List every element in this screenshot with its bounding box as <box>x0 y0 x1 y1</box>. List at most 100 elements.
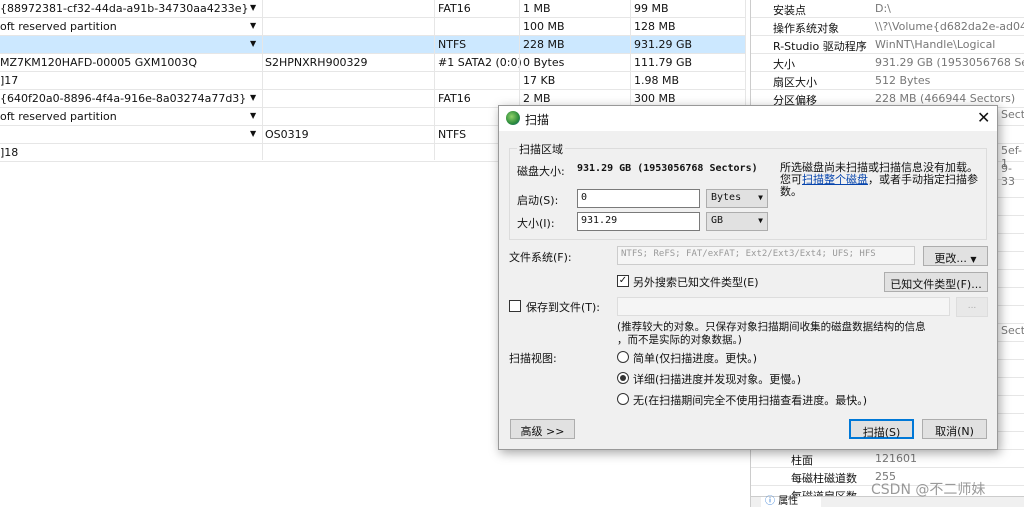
property-name: 操作系统对象 <box>773 22 839 35</box>
scan-view-option-label: 无(在扫描期间完全不使用扫描查看进度。最快。) <box>633 394 868 407</box>
cell-name: MZ7KM120HAFD-00005 GXM1003Q <box>0 56 197 69</box>
property-name: 大小 <box>773 58 795 71</box>
size-input[interactable]: 931.29 <box>577 212 700 231</box>
property-value: \\?\Volume{d682da2e-ad04- <box>875 20 1024 33</box>
property-name: 每磁柱磁道数 <box>791 472 857 485</box>
property-row[interactable]: 柱面 121601 <box>751 450 1024 468</box>
cell-col2: OS0319 <box>265 128 309 141</box>
cell-col4: 1 MB <box>523 2 551 15</box>
start-label: 启动(S): <box>517 194 559 207</box>
cell-col4: 100 MB <box>523 20 565 33</box>
dropdown-arrow-icon[interactable]: ▼ <box>250 93 256 102</box>
extra-search-label: 另外搜索已知文件类型(E) <box>633 276 759 289</box>
dropdown-arrow-icon[interactable]: ▼ <box>250 111 256 120</box>
table-row[interactable]: {88972381-cf32-44da-a91b-34730aa4233e} FA… <box>0 0 746 18</box>
close-icon[interactable]: ✕ <box>977 108 990 127</box>
extra-search-checkbox[interactable]: ✓ <box>617 275 629 287</box>
property-value: D:\ <box>875 2 891 15</box>
dropdown-arrow-icon[interactable]: ▼ <box>250 21 256 30</box>
property-row[interactable]: 扇区大小 512 Bytes <box>751 72 1024 90</box>
known-file-types-button[interactable]: 已知文件类型(F)... <box>884 272 988 292</box>
scan-view-option-label: 简单(仅扫描进度。更快。) <box>633 352 758 365</box>
scan-view-radio[interactable] <box>617 393 629 405</box>
property-value: 931.29 GB (1953056768 Sect <box>875 56 1024 69</box>
scan-button[interactable]: 扫描(S) <box>849 419 914 439</box>
browse-button[interactable]: ... <box>956 297 988 317</box>
dropdown-arrow-icon[interactable]: ▼ <box>250 129 256 138</box>
save-file-path-input[interactable] <box>617 297 950 316</box>
cell-name: {88972381-cf32-44da-a91b-34730aa4233e} <box>0 2 249 15</box>
cell-col2: S2HPNXRH900329 <box>265 56 368 69</box>
cell-col4: 228 MB <box>523 38 565 51</box>
property-value-partial: Sect <box>1001 108 1024 121</box>
save-to-file-checkbox[interactable] <box>509 300 521 312</box>
property-name: 柱面 <box>791 454 813 467</box>
dropdown-arrow-icon[interactable]: ▼ <box>250 39 256 48</box>
property-name: 安装点 <box>773 4 806 17</box>
cell-col4: 17 KB <box>523 74 556 87</box>
dialog-titlebar: 扫描 ✕ <box>499 106 997 131</box>
start-unit-select[interactable]: Bytes ▼ <box>706 189 768 208</box>
start-unit-value: Bytes <box>711 192 742 203</box>
dropdown-arrow-icon[interactable]: ▼ <box>250 3 256 12</box>
scan-view-radio[interactable] <box>617 372 629 384</box>
save-hint-line-2: ，而不是实际的对象数据。) <box>617 334 742 346</box>
property-value: 228 MB (466944 Sectors) <box>875 92 1016 105</box>
size-label: 大小(I): <box>517 217 555 230</box>
cell-col5: 111.79 GB <box>634 56 693 69</box>
cell-col5: 931.29 GB <box>634 38 693 51</box>
info-line-3: 数。 <box>780 185 802 198</box>
cell-name: ]17 <box>0 74 19 87</box>
property-name: 扇区大小 <box>773 76 817 89</box>
cell-col5: 300 MB <box>634 92 676 105</box>
filesystem-label: 文件系统(F): <box>509 251 572 264</box>
size-unit-select[interactable]: GB ▼ <box>706 212 768 231</box>
save-hint: (推荐较大的对象。只保存对象扫描期间收集的磁盘数据结构的信息 ，而不是实际的对象… <box>617 321 926 347</box>
cell-col3: FAT16 <box>438 2 471 15</box>
cell-col3: NTFS <box>438 128 467 141</box>
scan-whole-disk-link[interactable]: 扫描整个磁盘 <box>802 173 868 186</box>
property-value: WinNT\Handle\Logical <box>875 38 996 51</box>
scan-view-label: 扫描视图: <box>509 352 557 365</box>
tab-properties-label: 属性 <box>778 496 799 507</box>
cell-col5: 128 MB <box>634 20 676 33</box>
table-row[interactable]: oft reserved partition 100 MB 128 MB ▼ <box>0 18 746 36</box>
chevron-down-icon: ▼ <box>970 255 977 264</box>
cell-name: ]18 <box>0 146 19 159</box>
disk-size-label: 磁盘大小: <box>517 165 565 178</box>
watermark: CSDN @不二师妹 <box>871 482 986 498</box>
cell-col5: 1.98 MB <box>634 74 680 87</box>
info-line-2b: ，或者手动指定扫描参 <box>868 173 978 186</box>
table-row[interactable]: MZ7KM120HAFD-00005 GXM1003Q S2HPNXRH90032… <box>0 54 746 72</box>
property-row[interactable]: 安装点 D:\ <box>751 0 1024 18</box>
cancel-button[interactable]: 取消(N) <box>922 419 987 439</box>
scan-view-option-label: 详细(扫描进度并发现对象。更慢。) <box>633 373 802 386</box>
start-input[interactable]: 0 <box>577 189 700 208</box>
change-filesystem-button[interactable]: 更改... ▼ <box>923 246 988 266</box>
info-icon: ⓘ <box>765 496 775 507</box>
property-row[interactable]: 大小 931.29 GB (1953056768 Sect <box>751 54 1024 72</box>
cell-col3: NTFS <box>438 38 467 51</box>
cell-name: oft reserved partition <box>0 110 117 123</box>
change-button-label: 更改... <box>934 252 967 265</box>
save-hint-line-1: (推荐较大的对象。只保存对象扫描期间收集的磁盘数据结构的信息 <box>617 321 926 333</box>
cell-col4: 2 MB <box>523 92 551 105</box>
column-divider <box>434 0 435 160</box>
advanced-button[interactable]: 高级 >> <box>510 419 575 439</box>
save-to-file-label: 保存到文件(T): <box>526 301 601 314</box>
table-row[interactable]: NTFS 228 MB 931.29 GB ▼ <box>0 36 746 54</box>
table-row[interactable]: ]17 17 KB 1.98 MB <box>0 72 746 90</box>
cell-col3: FAT16 <box>438 92 471 105</box>
cell-col3: #1 SATA2 (0:0) <box>438 56 522 69</box>
property-value-partial: Sect <box>1001 324 1024 337</box>
property-row[interactable]: R-Studio 驱动程序 WinNT\Handle\Logical <box>751 36 1024 54</box>
tab-properties[interactable]: ⓘ 属性 <box>761 497 821 508</box>
cell-col4: 0 Bytes <box>523 56 565 69</box>
property-value: 121601 <box>875 452 917 465</box>
scan-view-radio[interactable] <box>617 351 629 363</box>
property-row[interactable]: 操作系统对象 \\?\Volume{d682da2e-ad04- <box>751 18 1024 36</box>
cell-col5: 99 MB <box>634 2 669 15</box>
chevron-down-icon: ▼ <box>758 216 763 225</box>
scan-dialog: 扫描 ✕ 扫描区域 磁盘大小: 931.29 GB (1953056768 Se… <box>498 105 998 450</box>
property-value-partial: 9-33 <box>1001 162 1015 188</box>
